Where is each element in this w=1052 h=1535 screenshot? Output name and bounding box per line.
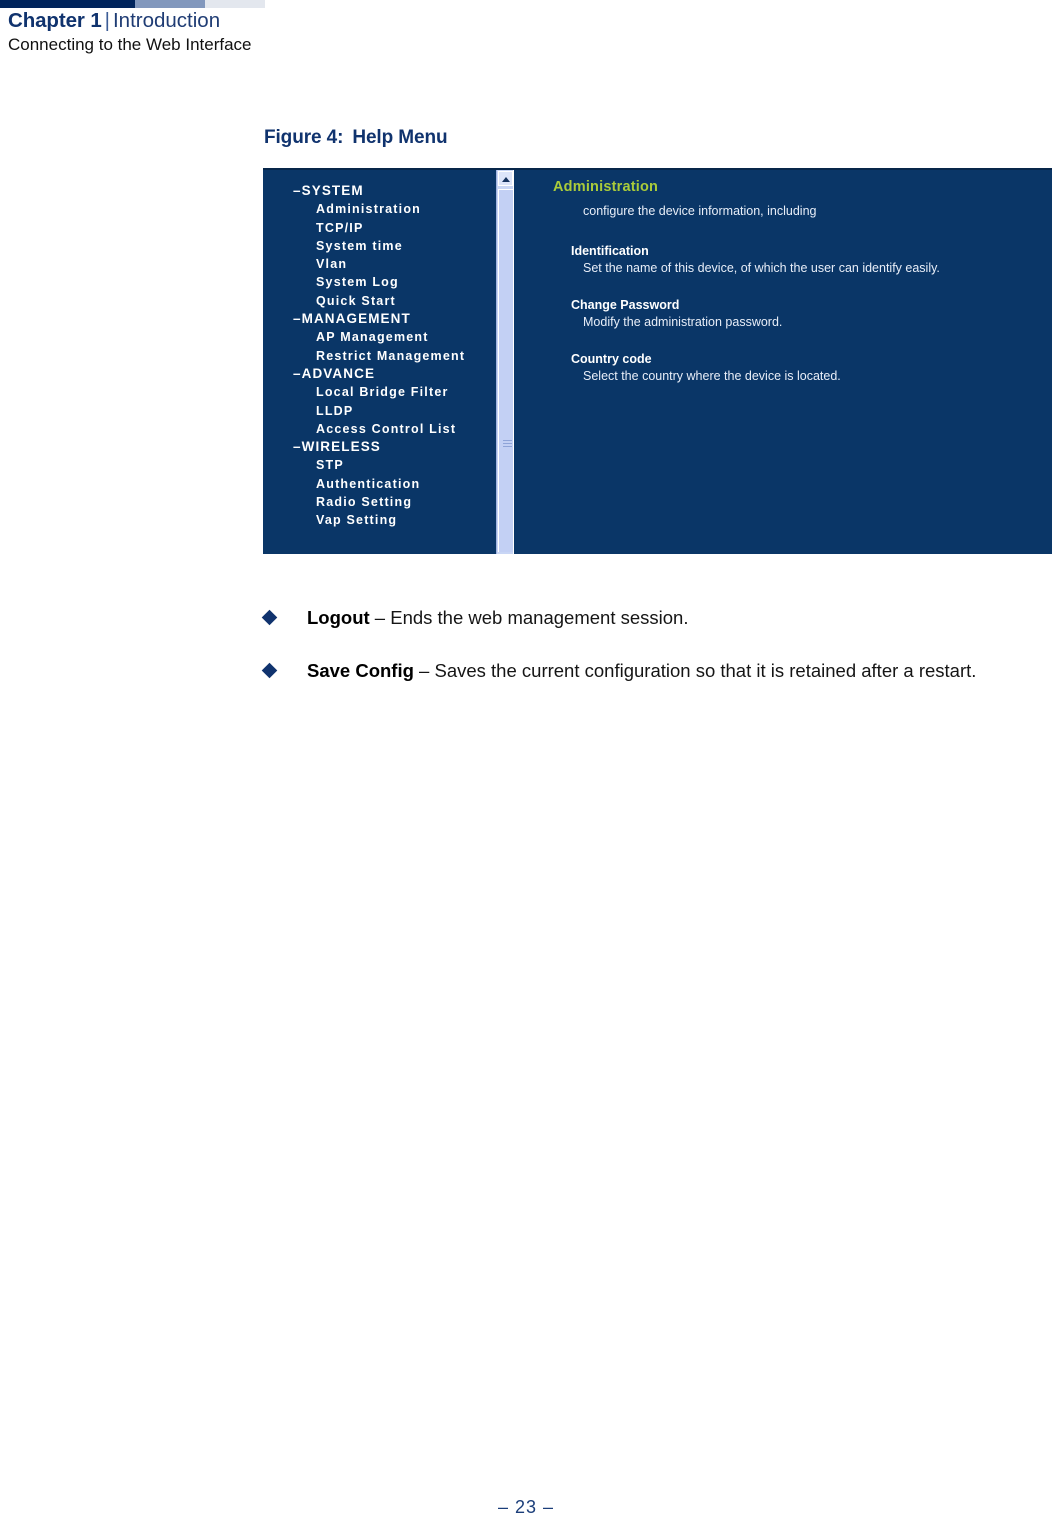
bullet-item: Logout – Ends the web management session…	[261, 604, 1004, 631]
top-rule-segment-blank	[265, 0, 1052, 8]
sidebar-group-advance[interactable]: –ADVANCE	[263, 365, 496, 383]
sidebar-item-vapsetting[interactable]: Vap Setting	[263, 511, 496, 529]
top-rule-segment-mid	[135, 0, 205, 8]
bullet-item: Save Config – Saves the current configur…	[261, 657, 1004, 684]
sidebar-item-quickstart[interactable]: Quick Start	[263, 292, 496, 310]
sidebar-item-stp[interactable]: STP	[263, 456, 496, 474]
help-section: Country code Select the country where the…	[571, 352, 1052, 383]
bullet-list: Logout – Ends the web management session…	[261, 604, 1004, 684]
running-head-subtitle: Connecting to the Web Interface	[8, 35, 252, 54]
scrollbar-thumb[interactable]	[498, 189, 513, 552]
diamond-bullet-icon	[261, 662, 278, 679]
web-ui-sidebar: –SYSTEM Administration TCP/IP System time Vl…	[263, 170, 496, 554]
web-ui-help-content: Administration configure the device info…	[515, 170, 1052, 554]
bullet-term: Logout	[307, 607, 370, 628]
figure-title: Help Menu	[352, 127, 448, 148]
sidebar-item-tcpip[interactable]: TCP/IP	[263, 219, 496, 237]
help-section: Change Password Modify the administration…	[571, 298, 1052, 329]
running-head-separator: |	[104, 9, 110, 32]
top-rule-segment-dark	[0, 0, 135, 8]
sidebar-item-accesscontrollist[interactable]: Access Control List	[263, 420, 496, 438]
sidebar-group-management[interactable]: –MANAGEMENT	[263, 310, 496, 328]
help-section-description: Modify the administration password.	[583, 315, 783, 329]
help-content-sections: Identification Set the name of this devic…	[553, 244, 1052, 383]
help-section-description: Select the country where the device is l…	[583, 369, 841, 383]
help-content-lead: configure the device information, includ…	[583, 204, 817, 218]
sidebar-item-radiosetting[interactable]: Radio Setting	[263, 493, 496, 511]
diamond-bullet-icon	[261, 609, 278, 626]
scroll-up-arrow-icon[interactable]	[498, 171, 513, 186]
help-section: Identification Set the name of this devic…	[571, 244, 1052, 275]
sidebar-item-apmanagement[interactable]: AP Management	[263, 328, 496, 346]
bullet-description: – Ends the web management session.	[369, 607, 689, 628]
sidebar-item-systemtime[interactable]: System time	[263, 237, 496, 255]
running-head: Chapter 1 | Introduction Connecting to the…	[8, 8, 608, 56]
sidebar-item-lldp[interactable]: LLDP	[263, 402, 496, 420]
sidebar-group-wireless[interactable]: –WIRELESS	[263, 438, 496, 456]
sidebar-item-vlan[interactable]: Vlan	[263, 255, 496, 273]
web-ui-sidebar-menu: –SYSTEM Administration TCP/IP System time Vl…	[263, 170, 496, 530]
figure-caption: Figure 4: Help Menu	[264, 127, 448, 149]
help-section-title: Country code	[571, 352, 652, 366]
chapter-label: Chapter 1	[8, 9, 102, 32]
sidebar-group-system[interactable]: –SYSTEM	[263, 182, 496, 200]
sidebar-item-authentication[interactable]: Authentication	[263, 475, 496, 493]
running-head-line-1: Chapter 1 | Introduction	[8, 8, 608, 33]
bullet-description: – Saves the current configuration so tha…	[413, 660, 977, 681]
figure-number: Figure 4:	[264, 127, 344, 148]
top-rule-segment-light	[205, 0, 265, 8]
chevron-up-icon	[502, 177, 510, 182]
sidebar-item-localbridgefilter[interactable]: Local Bridge Filter	[263, 383, 496, 401]
page-top-rule	[0, 0, 1052, 8]
help-section-title: Change Password	[571, 298, 680, 312]
section-label: Introduction	[112, 9, 221, 32]
help-section-title: Identification	[571, 244, 649, 258]
figure-screenshot-help-menu: –SYSTEM Administration TCP/IP System time Vl…	[263, 168, 1052, 554]
sidebar-item-restrictmanagement[interactable]: Restrict Management	[263, 347, 496, 365]
help-content-title: Administration	[553, 179, 659, 195]
sidebar-item-systemlog[interactable]: System Log	[263, 273, 496, 291]
bullet-term: Save Config	[307, 660, 414, 681]
sidebar-item-administration[interactable]: Administration	[263, 200, 496, 218]
scrollbar-grip-icon	[503, 440, 512, 449]
page-footer: – 23 –	[497, 1497, 555, 1517]
web-ui-sidebar-scrollbar[interactable]	[496, 170, 514, 554]
help-section-description: Set the name of this device, of which th…	[583, 261, 940, 275]
